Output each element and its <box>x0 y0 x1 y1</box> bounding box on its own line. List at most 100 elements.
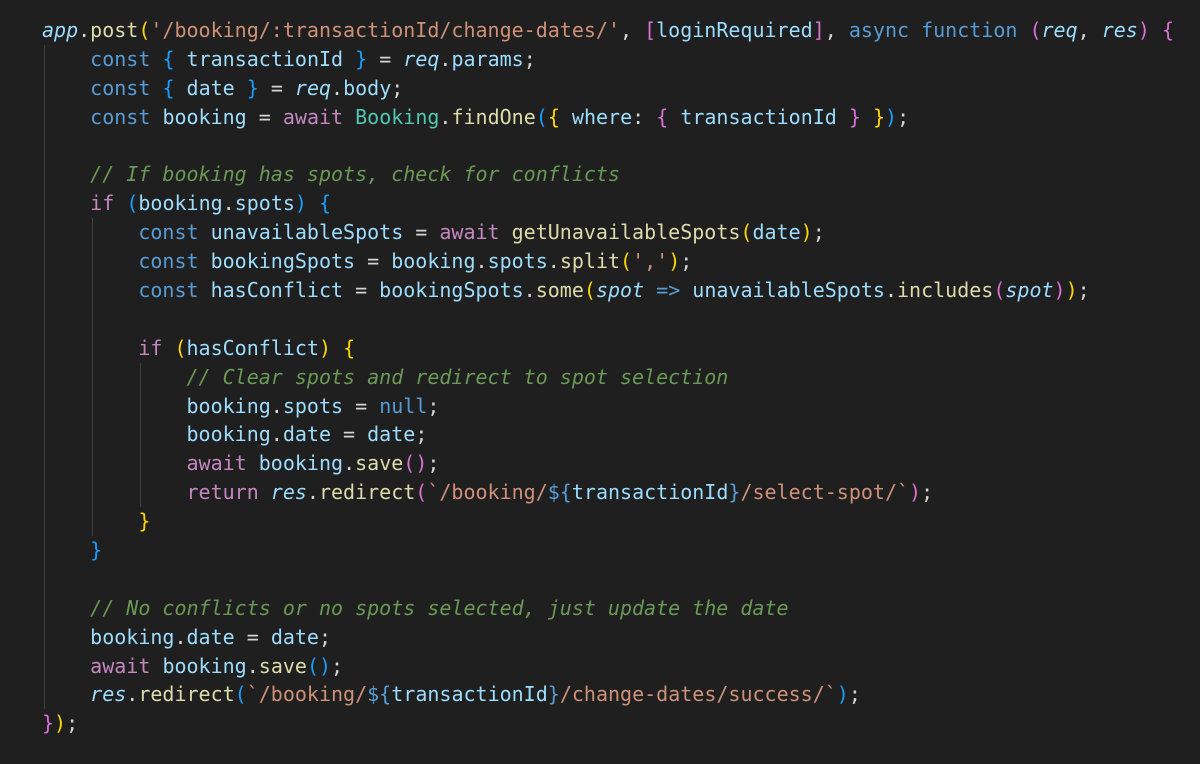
code-token: getUnavailableSpots <box>511 220 741 245</box>
code-line[interactable]: await booking.save(); <box>42 651 1200 681</box>
code-token: { <box>656 104 669 129</box>
code-token: . <box>475 249 488 274</box>
code-token: save <box>355 451 404 476</box>
indent-guide <box>44 333 45 363</box>
code-token: ${ <box>367 682 392 707</box>
code-line[interactable]: if (hasConflict) { <box>42 333 1200 363</box>
code-token: where <box>571 104 633 129</box>
code-line[interactable]: res.redirect(`/booking/${transactionId}/… <box>42 680 1200 710</box>
code-line[interactable]: const bookingSpots = booking.spots.split… <box>42 247 1200 277</box>
code-line[interactable]: return res.redirect(`/booking/${transact… <box>42 478 1200 508</box>
code-line[interactable]: const booking = await Booking.findOne({ … <box>42 102 1200 132</box>
code-token: ) <box>885 104 898 129</box>
code-token: ) <box>54 711 67 736</box>
code-line[interactable]: booking.spots = null; <box>42 391 1200 421</box>
code-line[interactable] <box>42 304 1200 334</box>
code-line[interactable]: // Clear spots and redirect to spot sele… <box>42 362 1200 392</box>
code-token: { <box>319 191 332 216</box>
code-token: bookingSpots <box>210 249 356 274</box>
code-token: . <box>174 624 187 649</box>
code-line[interactable]: } <box>42 536 1200 565</box>
code-token: spots <box>234 191 295 216</box>
code-token: = <box>403 220 440 245</box>
code-line[interactable]: booking.date = date; <box>42 420 1200 450</box>
code-token: params <box>451 46 524 71</box>
indent-guide <box>140 420 142 450</box>
code-editor[interactable]: app.post('/booking/:transactionId/change… <box>0 0 1200 764</box>
code-line[interactable]: if (booking.spots) { <box>42 189 1200 219</box>
code-token: = <box>343 393 380 418</box>
code-token: ( <box>174 335 187 360</box>
code-token: transactionId <box>680 104 837 129</box>
code-token: => <box>656 278 681 303</box>
code-token: , <box>620 18 645 42</box>
code-line[interactable]: const { transactionId } = req.params; <box>42 44 1200 74</box>
code-line[interactable]: const { date } = req.body; <box>42 73 1200 103</box>
code-block[interactable]: app.post('/booking/:transactionId/change… <box>42 16 1200 738</box>
indent-guide <box>92 218 94 248</box>
code-line[interactable]: booking.date = date; <box>42 622 1200 652</box>
indent-guide <box>140 478 142 508</box>
code-token: `/booking/ <box>246 682 368 707</box>
code-token: ( <box>126 191 139 216</box>
indent-guide <box>44 73 45 103</box>
code-token: /change-dates/success/` <box>559 682 837 707</box>
code-token: } <box>355 46 368 71</box>
code-token: booking <box>186 393 271 418</box>
indent-guide <box>44 391 45 421</box>
code-token: transactionId <box>571 480 729 505</box>
indent-guide <box>44 247 45 277</box>
code-token: ( <box>535 104 548 129</box>
code-line[interactable]: app.post('/booking/:transactionId/change… <box>42 16 1200 45</box>
code-token: ( <box>138 18 151 42</box>
code-line[interactable]: const unavailableSpots = await getUnavai… <box>42 218 1200 248</box>
code-token: booking <box>138 191 223 216</box>
code-line[interactable]: // If booking has spots, check for confl… <box>42 160 1200 190</box>
code-line[interactable]: } <box>42 507 1200 537</box>
indent-guide <box>44 536 45 565</box>
code-token: bookingSpots <box>379 278 524 303</box>
code-token: await <box>90 653 151 678</box>
code-token: { <box>162 46 175 71</box>
code-token: ( <box>234 682 247 707</box>
code-line[interactable]: await booking.save(); <box>42 449 1200 479</box>
code-line[interactable]: // No conflicts or no spots selected, ju… <box>42 593 1200 623</box>
code-token: ; <box>897 104 910 129</box>
code-line[interactable]: }); <box>42 709 1200 738</box>
code-token: } <box>138 509 151 534</box>
code-line[interactable] <box>42 564 1200 594</box>
code-token: spots <box>282 393 344 418</box>
code-token: = <box>234 624 271 649</box>
code-token: res <box>270 480 307 505</box>
code-line[interactable]: const hasConflict = bookingSpots.some(sp… <box>42 276 1200 305</box>
code-token: } <box>848 104 861 129</box>
indent-guide <box>92 362 94 392</box>
code-token: { <box>162 75 175 100</box>
code-token: booking <box>391 249 476 274</box>
code-line[interactable] <box>42 131 1200 161</box>
code-token: booking <box>186 422 271 447</box>
code-token: some <box>535 278 584 303</box>
code-token: ; <box>66 711 79 736</box>
code-token: unavailableSpots <box>692 278 885 303</box>
code-token: null <box>379 393 428 418</box>
